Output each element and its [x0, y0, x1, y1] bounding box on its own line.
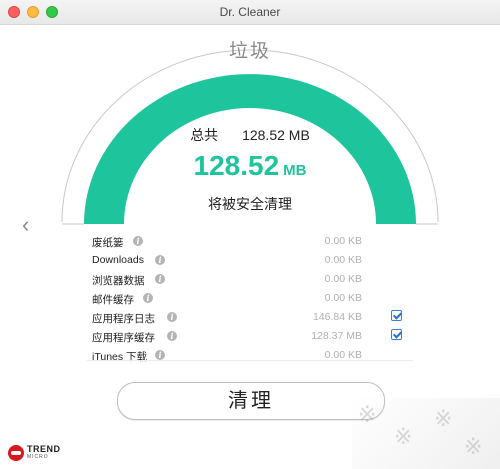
info-icon[interactable]: i: [155, 255, 165, 265]
item-size: 146.84 KB: [312, 311, 362, 323]
clean-button[interactable]: 清理: [117, 382, 385, 420]
trend-micro-logo-icon: [8, 445, 24, 461]
junk-size-unit: MB: [283, 162, 307, 179]
item-size: 0.00 KB: [324, 254, 362, 266]
item-size: 0.00 KB: [324, 292, 362, 304]
watermark-overlay: ※ ※ ※ ※: [352, 398, 500, 469]
list-item: 应用程序日志 i 146.84 KB: [87, 308, 412, 327]
divider: [87, 360, 413, 361]
item-checkbox[interactable]: [391, 329, 402, 340]
item-size: 0.00 KB: [324, 235, 362, 247]
item-size: 128.37 MB: [311, 330, 362, 342]
list-item: Downloads i 0.00 KB: [87, 251, 412, 270]
item-name: 浏览器数据: [92, 275, 145, 287]
total-row: 总共 128.52 MB: [150, 125, 350, 145]
watermark-glyph: ※: [434, 406, 453, 431]
info-icon[interactable]: i: [155, 274, 165, 284]
info-icon[interactable]: i: [143, 293, 153, 303]
brand-subname: MICRO: [27, 454, 49, 460]
item-name: 废纸篓: [92, 237, 124, 249]
info-icon[interactable]: i: [167, 331, 177, 341]
info-icon[interactable]: i: [155, 350, 165, 360]
watermark-glyph: ※: [394, 424, 413, 449]
watermark-glyph: ※: [358, 402, 377, 427]
trend-micro-logo: TREND MICRO: [8, 443, 68, 463]
list-item: 废纸篓 i 0.00 KB: [87, 232, 412, 251]
item-name: iTunes 下载: [92, 351, 148, 363]
info-icon[interactable]: i: [167, 312, 177, 322]
brand-name: TREND: [27, 444, 61, 454]
junk-category-list: 废纸篓 i 0.00 KB Downloads i 0.00 KB 浏览器数据 …: [87, 232, 412, 365]
item-name: 应用程序缓存: [92, 332, 155, 344]
item-name: 邮件缓存: [92, 294, 134, 306]
info-icon[interactable]: i: [133, 236, 143, 246]
list-item: 邮件缓存 i 0.00 KB: [87, 289, 412, 308]
list-item: 浏览器数据 i 0.00 KB: [87, 270, 412, 289]
item-name: 应用程序日志: [92, 313, 155, 325]
watermark-glyph: ※: [464, 434, 483, 459]
status-text: 将被安全清理: [208, 196, 292, 212]
item-name: Downloads: [92, 254, 144, 266]
junk-size-number: 128.52: [193, 150, 280, 181]
list-item: 应用程序缓存 i 128.37 MB: [87, 327, 412, 346]
list-item: iTunes 下载 i 0.00 KB: [87, 346, 412, 365]
total-label: 总共: [190, 127, 219, 143]
junk-size-display: 128.52 MB: [150, 150, 350, 182]
previous-arrow-icon[interactable]: ‹: [22, 212, 29, 238]
item-size: 0.00 KB: [324, 273, 362, 285]
total-value: 128.52 MB: [242, 127, 310, 143]
item-checkbox[interactable]: [391, 310, 402, 321]
gauge-title: 垃圾: [228, 41, 271, 62]
